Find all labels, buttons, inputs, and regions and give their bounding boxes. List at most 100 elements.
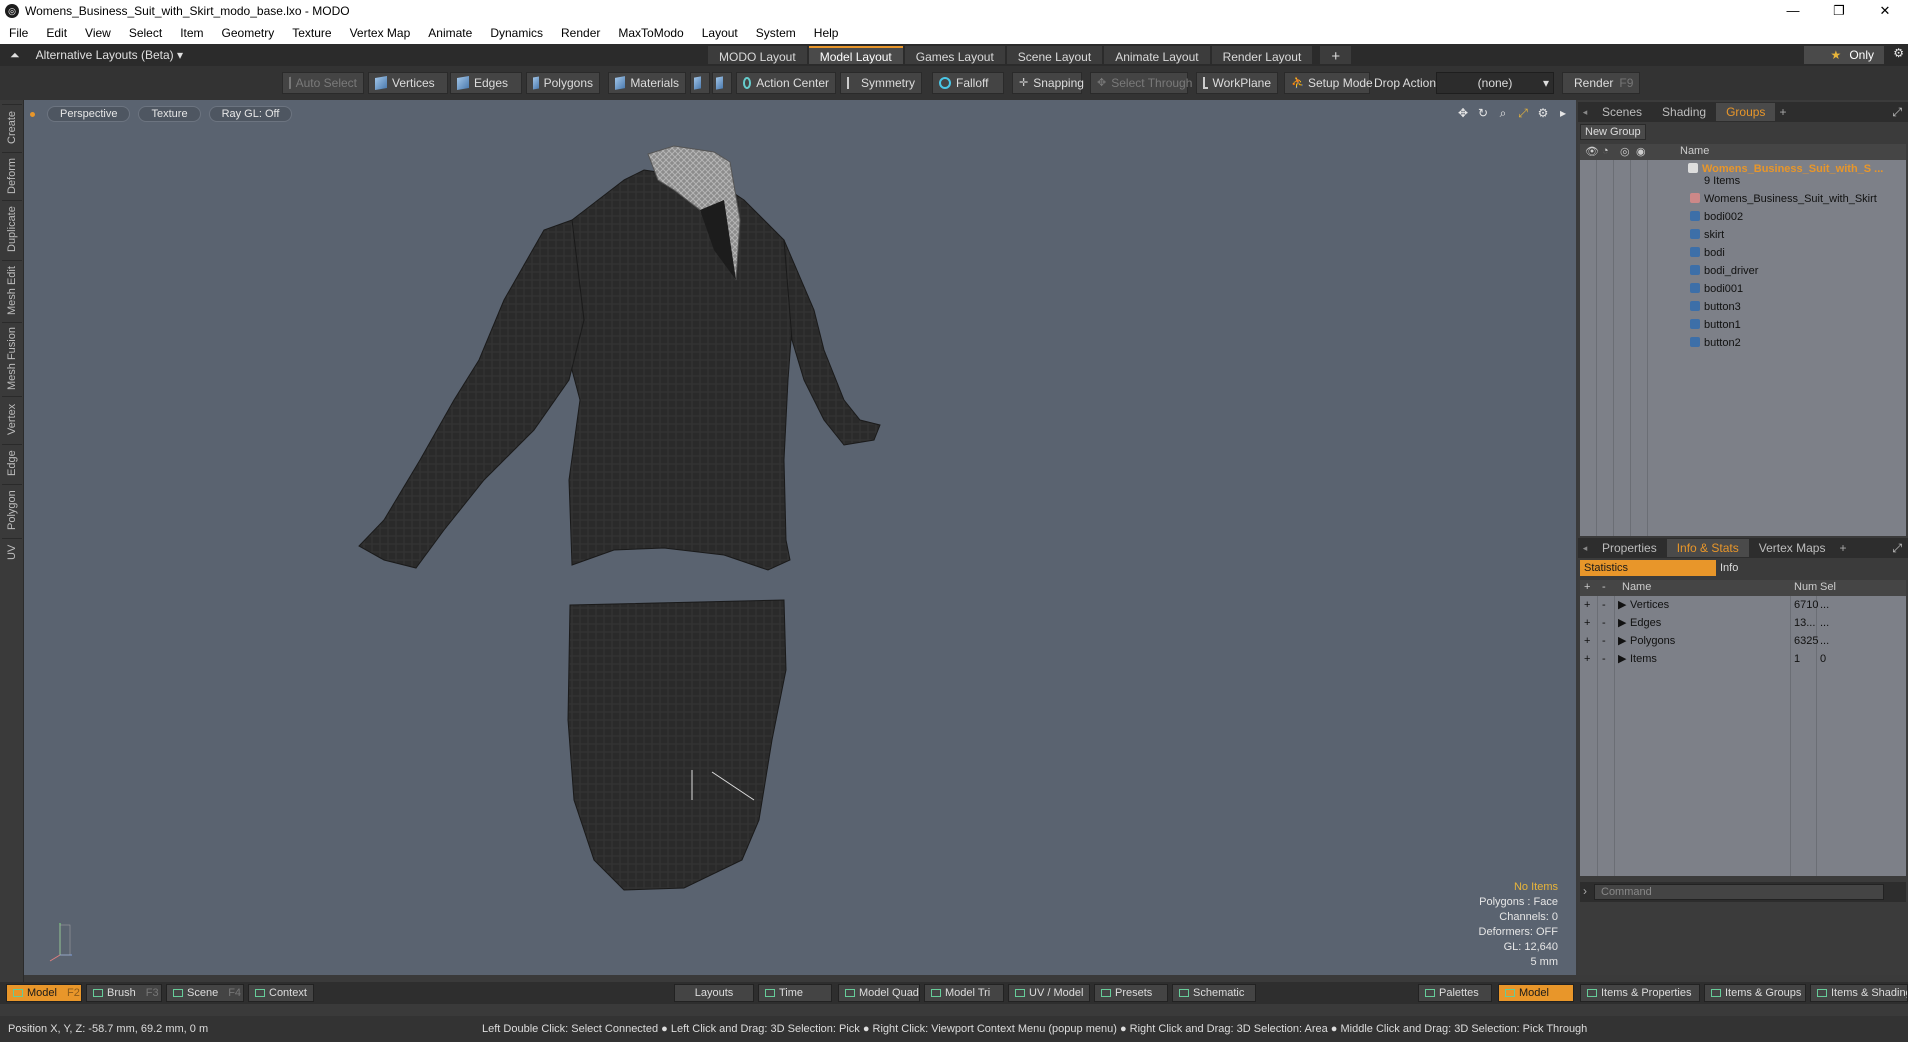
menu-help[interactable]: Help — [805, 26, 848, 40]
tab-render-layout[interactable]: Render Layout — [1211, 46, 1313, 64]
menu-maxtomodo[interactable]: MaxToModo — [609, 26, 692, 40]
add-layout-icon[interactable]: + — [1320, 46, 1352, 65]
tab-uv[interactable]: UV — [2, 538, 22, 566]
model-quad-button[interactable]: Model Quad — [838, 984, 920, 1002]
num-column-header[interactable]: Num — [1794, 581, 1817, 593]
alternative-layouts-dropdown[interactable]: Alternative Layouts (Beta) ▾ — [36, 48, 183, 62]
list-item[interactable]: bodi001 — [1690, 282, 1743, 297]
menu-render[interactable]: Render — [552, 26, 609, 40]
items-shading-button[interactable]: Items & Shading — [1810, 984, 1908, 1002]
triangle-right-icon[interactable]: ▶ — [1618, 634, 1626, 649]
render-toggle-icon[interactable]: ◎ — [1620, 145, 1630, 158]
scene-mode-button[interactable]: Scene F4 — [166, 984, 244, 1002]
context-button[interactable]: Context — [248, 984, 314, 1002]
command-input[interactable]: Command — [1594, 884, 1884, 900]
expand-all-icon[interactable]: + — [1584, 581, 1590, 593]
lock-icon[interactable]: ◔ — [1602, 145, 1609, 157]
collapse-icon[interactable]: - — [1602, 616, 1606, 631]
tab-duplicate[interactable]: Duplicate — [2, 200, 22, 258]
expand-panel-icon[interactable]: ⤢ — [1892, 105, 1902, 120]
list-item[interactable]: button3 — [1690, 300, 1741, 315]
table-row[interactable]: + - ▶ Edges 13... ... — [1580, 616, 1906, 631]
tab-edge[interactable]: Edge — [2, 444, 22, 482]
triangle-right-icon[interactable]: ▶ — [1618, 598, 1626, 613]
edges-button[interactable]: Edges — [450, 72, 522, 94]
list-item[interactable]: bodi002 — [1690, 210, 1743, 225]
menu-dynamics[interactable]: Dynamics — [481, 26, 552, 40]
model-tri-button[interactable]: Model Tri — [924, 984, 1004, 1002]
tab-info[interactable]: Info — [1720, 560, 1738, 576]
gear-icon[interactable]: ⚙ — [1893, 46, 1904, 60]
tab-modo-layout[interactable]: MODO Layout — [708, 46, 807, 64]
select-tool-button[interactable] — [690, 72, 710, 94]
new-group-button[interactable]: New Group — [1580, 124, 1646, 140]
uv-model-button[interactable]: UV / Model — [1008, 984, 1090, 1002]
menu-system[interactable]: System — [747, 26, 805, 40]
expand-icon[interactable]: + — [1584, 598, 1590, 613]
eye-icon[interactable]: 👁 — [1585, 145, 1599, 158]
name-column-header[interactable]: Name — [1680, 145, 1709, 157]
list-item[interactable]: button2 — [1690, 336, 1741, 351]
menu-edit[interactable]: Edit — [37, 26, 76, 40]
expand-icon[interactable]: + — [1584, 652, 1590, 667]
close-button[interactable]: ✕ — [1862, 0, 1908, 22]
drop-action-select[interactable]: (none) ▾ — [1436, 72, 1554, 94]
table-row[interactable]: + - ▶ Items 1 0 — [1580, 652, 1906, 667]
restore-button[interactable]: ❐ — [1816, 0, 1862, 22]
falloff-button[interactable]: Falloff — [932, 72, 1004, 94]
layouts-button[interactable]: Layouts — [674, 984, 754, 1002]
3d-viewport[interactable]: Perspective Texture Ray GL: Off ✥ ↻ ⌕ ⤢ … — [24, 100, 1576, 975]
list-item[interactable]: button1 — [1690, 318, 1741, 333]
menu-geometry[interactable]: Geometry — [213, 26, 284, 40]
sel-column-header[interactable]: Sel — [1820, 581, 1836, 593]
only-toggle[interactable]: ★ Only — [1804, 46, 1884, 64]
tab-mesh-fusion[interactable]: Mesh Fusion — [2, 322, 22, 394]
add-tab-icon[interactable]: + — [1839, 541, 1846, 555]
tab-vertex-maps[interactable]: Vertex Maps — [1749, 539, 1836, 557]
menu-vertex-map[interactable]: Vertex Map — [341, 26, 420, 40]
materials-button[interactable]: Materials — [608, 72, 686, 94]
collapse-icon[interactable]: - — [1602, 598, 1606, 613]
tab-create[interactable]: Create — [2, 104, 22, 150]
triangle-right-icon[interactable]: ▶ — [1618, 616, 1626, 631]
menu-animate[interactable]: Animate — [419, 26, 481, 40]
panel-grip-icon[interactable]: ◂ — [1578, 107, 1592, 118]
table-row[interactable]: + - ▶ Polygons 6325 ... — [1580, 634, 1906, 649]
presets-button[interactable]: Presets — [1094, 984, 1168, 1002]
menu-file[interactable]: File — [0, 26, 37, 40]
menu-select[interactable]: Select — [120, 26, 171, 40]
tab-properties[interactable]: Properties — [1592, 539, 1667, 557]
select-through-button[interactable]: ✥ Select Through — [1090, 72, 1192, 94]
collapse-icon[interactable]: - — [1602, 652, 1606, 667]
model-layout-button[interactable]: Model — [1498, 984, 1574, 1002]
palettes-button[interactable]: Palettes — [1418, 984, 1492, 1002]
tab-mesh-edit[interactable]: Mesh Edit — [2, 260, 22, 320]
tab-scene-layout[interactable]: Scene Layout — [1006, 46, 1103, 64]
list-item[interactable]: Womens_Business_Suit_with_Skirt — [1690, 192, 1877, 207]
list-item[interactable]: bodi_driver — [1690, 264, 1758, 279]
tab-deform[interactable]: Deform — [2, 152, 22, 198]
auto-select-button[interactable]: Auto Select — [282, 72, 364, 94]
menu-item[interactable]: Item — [171, 26, 212, 40]
tab-polygon[interactable]: Polygon — [2, 484, 22, 536]
expand-icon[interactable]: + — [1584, 616, 1590, 631]
collapse-all-icon[interactable]: - — [1602, 581, 1606, 593]
table-row[interactable]: + - ▶ Vertices 6710 ... — [1580, 598, 1906, 613]
symmetry-button[interactable]: Symmetry — [840, 72, 922, 94]
collapse-up-icon[interactable]: ⏶ — [10, 48, 20, 63]
collapse-icon[interactable]: - — [1602, 634, 1606, 649]
tab-animate-layout[interactable]: Animate Layout — [1104, 46, 1210, 64]
time-button[interactable]: Time — [758, 984, 832, 1002]
list-item[interactable]: bodi — [1690, 246, 1725, 261]
tab-vertex[interactable]: Vertex — [2, 396, 22, 442]
tab-games-layout[interactable]: Games Layout — [904, 46, 1005, 64]
polygons-button[interactable]: Polygons — [526, 72, 600, 94]
tab-shading[interactable]: Shading — [1652, 103, 1716, 121]
expand-panel-icon[interactable]: ⤢ — [1892, 541, 1902, 556]
panel-grip-icon[interactable]: ◂ — [1578, 543, 1592, 554]
tab-groups[interactable]: Groups — [1716, 103, 1776, 121]
minimize-button[interactable]: — — [1770, 0, 1816, 22]
workplane-button[interactable]: WorkPlane — [1196, 72, 1278, 94]
tab-scenes[interactable]: Scenes — [1592, 103, 1652, 121]
vertices-button[interactable]: Vertices — [368, 72, 448, 94]
